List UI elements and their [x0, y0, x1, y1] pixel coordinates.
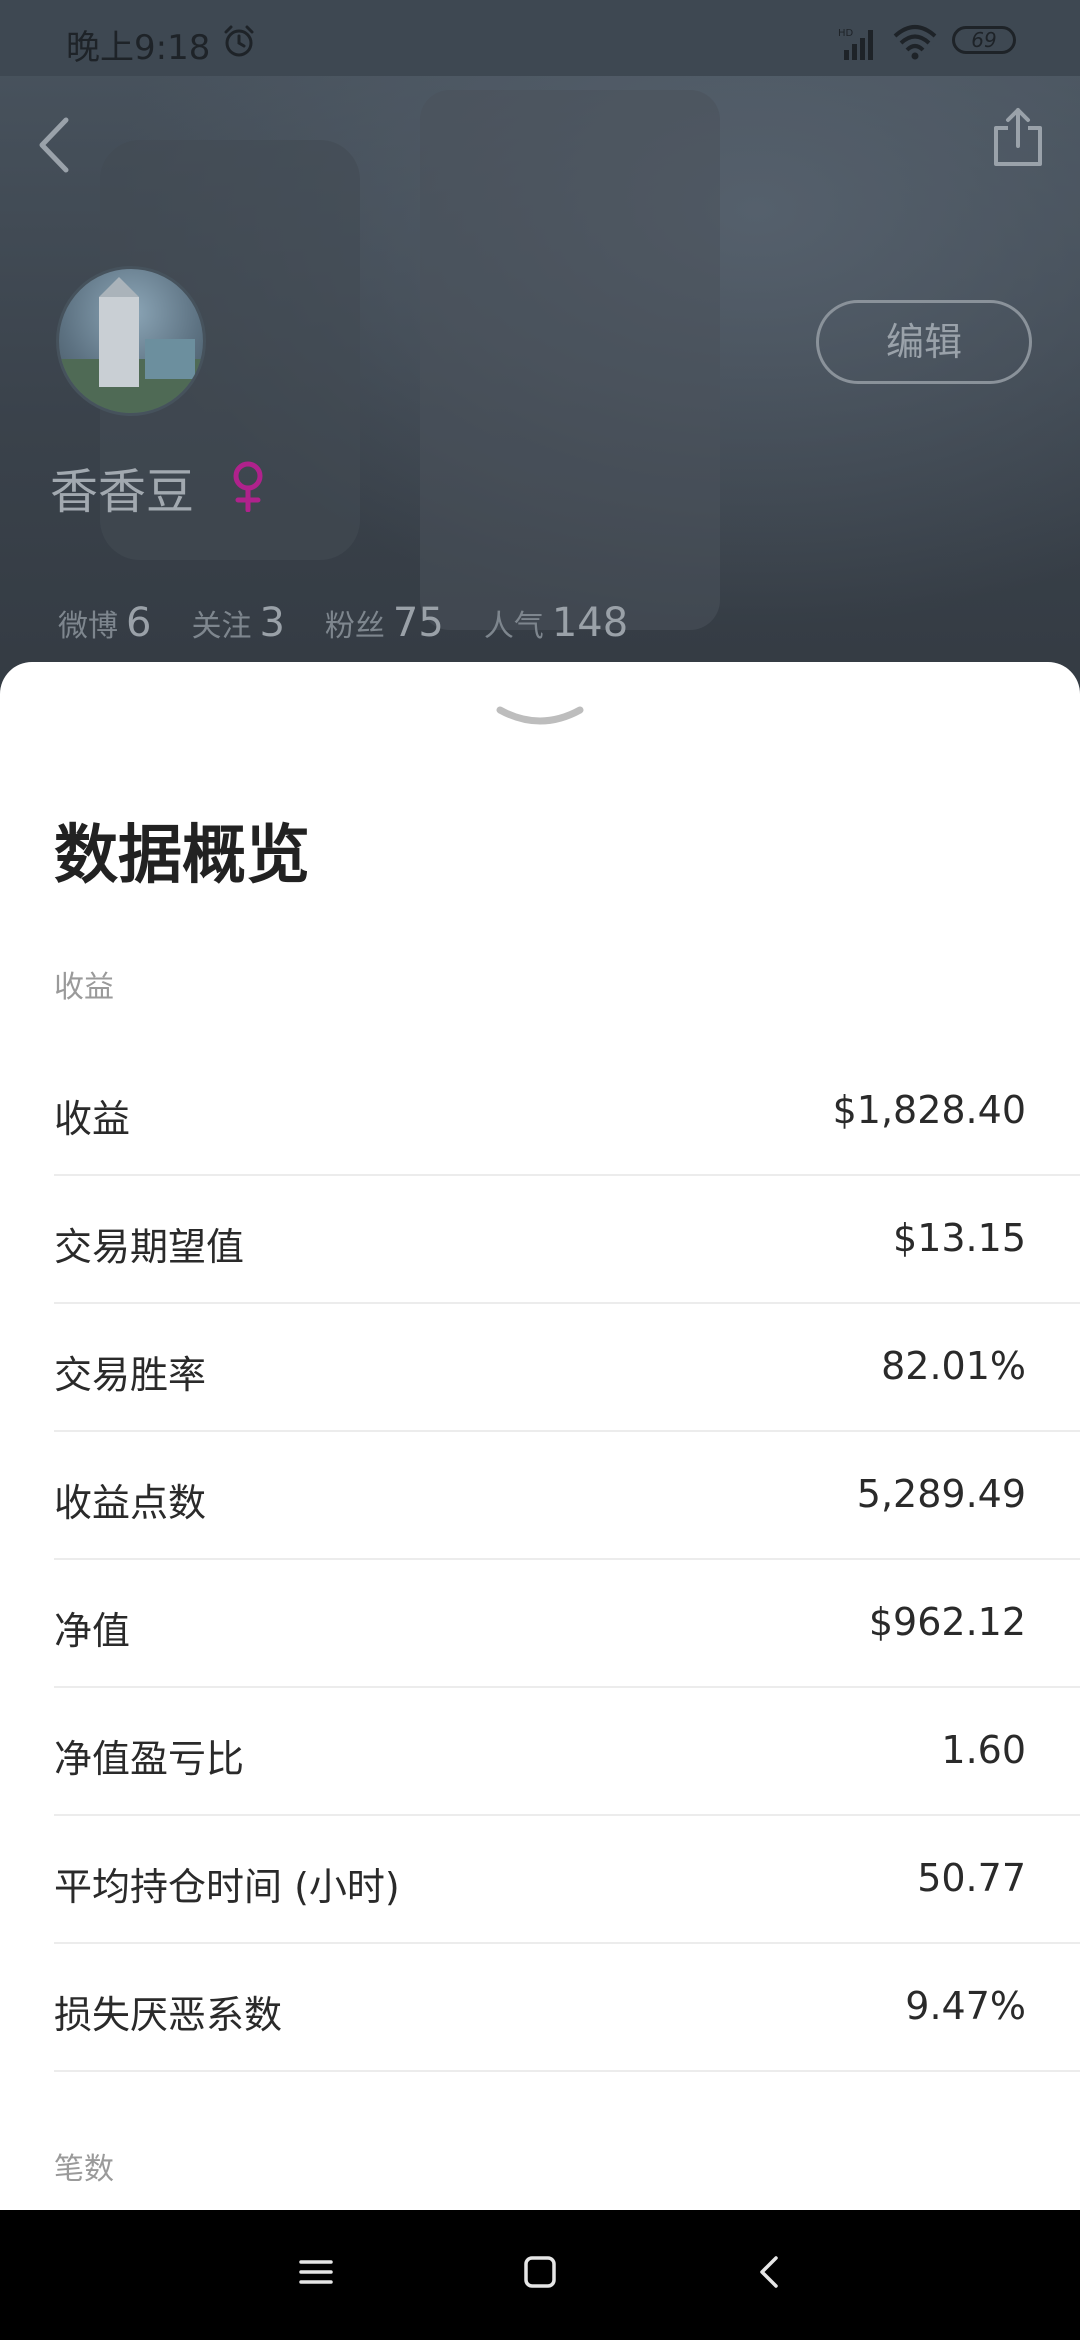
avatar-image [59, 277, 203, 413]
stat-value: 148 [551, 600, 629, 646]
row-value: 50.77 [917, 1856, 1026, 1900]
row-value: $13.15 [893, 1216, 1026, 1260]
section-label-earnings: 收益 [54, 970, 114, 1005]
stat-value: 6 [126, 600, 152, 646]
list-item: 交易胜率 82.01% [54, 1304, 1080, 1432]
share-button[interactable] [990, 104, 1046, 168]
row-value: 1.60 [941, 1728, 1026, 1772]
stat-weibo[interactable]: 微博 6 [58, 600, 151, 646]
username: 香香豆 [50, 464, 195, 520]
row-label: 交易期望值 [54, 1225, 245, 1269]
data-overview-sheet: 数据概览 收益 收益 $1,828.40 交易期望值 $13.15 交易胜率 8… [0, 662, 1080, 2210]
stat-followers[interactable]: 粉丝 75 [325, 600, 444, 646]
signal-icon: HD [838, 28, 873, 60]
stat-label: 人气 [483, 609, 544, 644]
row-label: 净值盈亏比 [54, 1737, 245, 1781]
recent-apps-icon[interactable] [298, 2252, 334, 2292]
stat-following[interactable]: 关注 3 [191, 600, 284, 646]
list-item: 交易期望值 $13.15 [54, 1176, 1080, 1304]
earnings-list: 收益 $1,828.40 交易期望值 $13.15 交易胜率 82.01% 收益… [54, 1048, 1080, 2072]
home-icon[interactable] [522, 2252, 558, 2292]
collapse-chevron-icon[interactable] [496, 702, 584, 736]
profile-screen: 晚上9:18 HD 69 编辑 香香豆 微博 6 关注 3 粉丝 75 人气 1… [0, 0, 1080, 2340]
battery-indicator: 69 [952, 26, 1016, 54]
row-label: 收益 [54, 1097, 131, 1141]
alarm-icon [224, 25, 254, 57]
row-label: 收益点数 [54, 1481, 207, 1525]
list-item: 净值 $962.12 [54, 1560, 1080, 1688]
system-nav-bar [0, 2210, 1080, 2340]
row-label: 净值 [54, 1609, 131, 1653]
stat-label: 粉丝 [324, 609, 385, 644]
list-item: 收益 $1,828.40 [54, 1048, 1080, 1176]
profile-stats: 微博 6 关注 3 粉丝 75 人气 148 [58, 600, 668, 660]
status-time: 晚上9:18 [66, 28, 211, 68]
edit-profile-button[interactable]: 编辑 [816, 300, 1032, 384]
row-value: 82.01% [881, 1344, 1026, 1388]
row-value: 5,289.49 [856, 1472, 1026, 1516]
stat-value: 75 [392, 600, 444, 646]
list-item: 净值盈亏比 1.60 [54, 1688, 1080, 1816]
back-button[interactable] [30, 110, 80, 180]
sheet-title: 数据概览 [54, 819, 310, 893]
row-value: 9.47% [905, 1984, 1026, 2028]
row-value: $1,828.40 [832, 1088, 1026, 1132]
row-label: 损失厌恶系数 [54, 1993, 283, 2037]
row-value: $962.12 [868, 1600, 1026, 1644]
status-bar: 晚上9:18 HD 69 [0, 0, 1080, 76]
background-image-shape [420, 90, 720, 630]
network-type-label: HD [838, 28, 854, 39]
nav-back-icon[interactable] [754, 2252, 782, 2292]
avatar[interactable] [56, 266, 206, 416]
wifi-icon [893, 25, 937, 60]
female-icon [233, 461, 263, 512]
stat-label: 关注 [191, 609, 252, 644]
list-item: 损失厌恶系数 9.47% [54, 1944, 1080, 2072]
stat-value: 3 [259, 600, 285, 646]
section-label-trade-count: 笔数 [54, 2152, 114, 2187]
row-label: 交易胜率 [54, 1353, 207, 1397]
row-label: 平均持仓时间 (小时) [54, 1865, 400, 1909]
stat-popularity[interactable]: 人气 148 [484, 600, 628, 646]
list-item: 平均持仓时间 (小时) 50.77 [54, 1816, 1080, 1944]
list-item: 收益点数 5,289.49 [54, 1432, 1080, 1560]
stat-label: 微博 [58, 609, 118, 644]
